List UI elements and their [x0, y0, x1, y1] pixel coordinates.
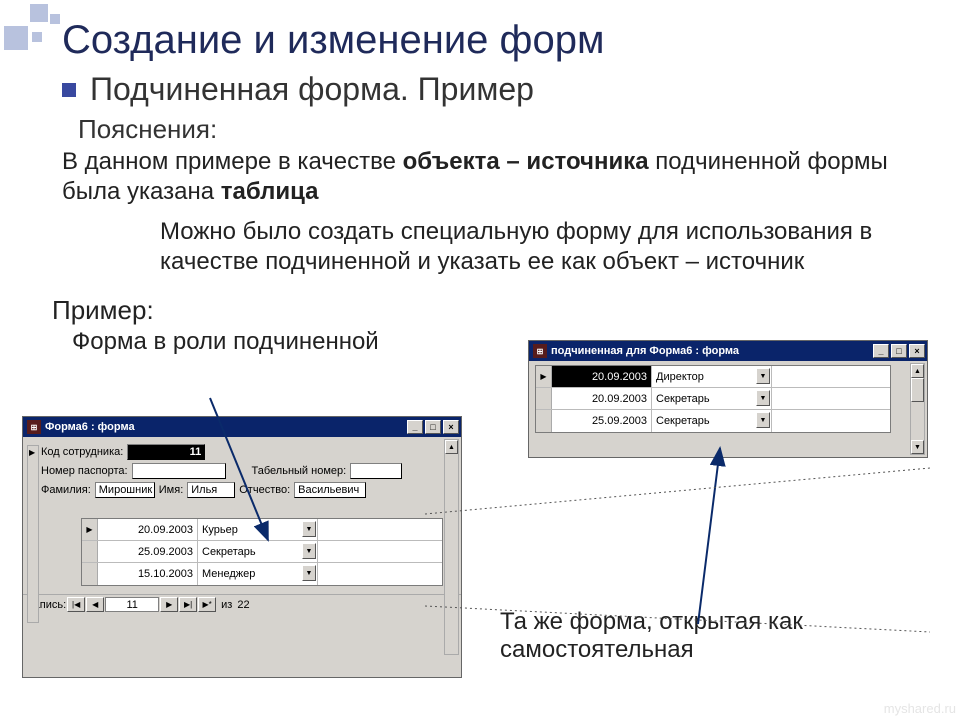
form-icon: ⊞ — [27, 420, 41, 434]
dropdown-icon[interactable]: ▼ — [302, 565, 316, 581]
label-firstname: Имя: — [159, 484, 183, 496]
cell-role[interactable]: ▼ — [652, 388, 772, 409]
record-selector[interactable] — [27, 445, 39, 623]
close-button[interactable]: × — [909, 344, 925, 358]
row-selector[interactable] — [82, 563, 98, 585]
scroll-up-icon[interactable]: ▲ — [911, 364, 924, 378]
table-row[interactable]: ▶ 20.09.2003 ▼ — [536, 366, 890, 388]
role-input[interactable] — [652, 410, 771, 432]
window-title: Форма6 : форма — [45, 421, 405, 433]
decorative-squares — [4, 4, 68, 44]
role-input[interactable] — [198, 519, 317, 540]
explain-label: Пояснения: — [0, 108, 960, 145]
cell-role[interactable]: ▼ — [198, 563, 318, 585]
scroll-down-icon[interactable]: ▼ — [911, 440, 924, 454]
subtitle: Подчиненная форма. Пример — [90, 71, 534, 108]
nav-new-button[interactable]: ▶* — [198, 597, 216, 612]
dropdown-icon[interactable]: ▼ — [756, 368, 770, 384]
cell-date[interactable]: 25.09.2003 — [552, 410, 652, 432]
cell-role[interactable]: ▼ — [198, 519, 318, 540]
subtitle-row: Подчиненная форма. Пример — [0, 63, 960, 108]
page-title: Создание и изменение форм — [0, 0, 960, 63]
paragraph-1: В данном примере в качестве объекта – ис… — [0, 145, 960, 207]
cell-empty[interactable] — [318, 563, 442, 585]
dropdown-icon[interactable]: ▼ — [756, 412, 770, 428]
cell-date[interactable]: 15.10.2003 — [98, 563, 198, 585]
cell-empty[interactable] — [772, 410, 890, 432]
label-tabnum: Табельный номер: — [252, 465, 347, 477]
cell-date[interactable]: 20.09.2003 — [552, 366, 652, 387]
tabnum-field[interactable] — [350, 463, 402, 479]
table-row[interactable]: 15.10.2003 ▼ — [82, 563, 442, 585]
recnav-of: из — [221, 599, 232, 611]
main-form-window: ⊞ Форма6 : форма _ □ × Код сотрудника: 1… — [22, 416, 462, 678]
cell-date[interactable]: 25.09.2003 — [98, 541, 198, 562]
titlebar[interactable]: ⊞ Форма6 : форма _ □ × — [23, 417, 461, 437]
maximize-button[interactable]: □ — [425, 420, 441, 434]
label-passport: Номер паспорта: — [41, 465, 128, 477]
cell-role[interactable]: ▼ — [198, 541, 318, 562]
cell-date[interactable]: 20.09.2003 — [98, 519, 198, 540]
patronymic-field[interactable]: Васильевич — [294, 482, 366, 498]
nav-next-button[interactable]: ▶ — [160, 597, 178, 612]
watermark: myshared.ru — [884, 701, 956, 716]
lastname-field[interactable]: Мирошник — [95, 482, 155, 498]
dropdown-icon[interactable]: ▼ — [756, 390, 770, 406]
subform-window: ⊞ подчиненная для Форма6 : форма _ □ × ▶… — [528, 340, 928, 458]
minimize-button[interactable]: _ — [407, 420, 423, 434]
cell-role[interactable]: ▼ — [652, 410, 772, 432]
role-input[interactable] — [198, 541, 317, 562]
firstname-field[interactable]: Илья — [187, 482, 235, 498]
scroll-up-icon[interactable]: ▲ — [445, 440, 458, 454]
cell-date[interactable]: 20.09.2003 — [552, 388, 652, 409]
nav-last-button[interactable]: ▶| — [179, 597, 197, 612]
form-icon: ⊞ — [533, 344, 547, 358]
subform-table: ▶ 20.09.2003 ▼ 20.09.2003 ▼ 25.09.2003 ▼ — [535, 365, 891, 433]
row-selector[interactable] — [82, 541, 98, 562]
cell-empty[interactable] — [318, 541, 442, 562]
caption-standalone: Та же форма, открытая как самостоятельна… — [500, 608, 880, 664]
form-body: Код сотрудника: 11 Номер паспорта: Табел… — [23, 437, 461, 594]
subform-body: ▶ 20.09.2003 ▼ 20.09.2003 ▼ 25.09.2003 ▼ — [529, 361, 927, 437]
code-field[interactable]: 11 — [127, 444, 205, 460]
bullet-icon — [62, 83, 76, 97]
row-selector[interactable]: ▶ — [536, 366, 552, 387]
nav-prev-button[interactable]: ◀ — [86, 597, 104, 612]
cell-role[interactable]: ▼ — [652, 366, 772, 387]
table-row[interactable]: 25.09.2003 ▼ — [82, 541, 442, 563]
nav-first-button[interactable]: |◀ — [67, 597, 85, 612]
table-row[interactable]: 20.09.2003 ▼ — [536, 388, 890, 410]
role-input[interactable] — [652, 388, 771, 409]
close-button[interactable]: × — [443, 420, 459, 434]
cell-empty[interactable] — [772, 388, 890, 409]
row-selector[interactable] — [536, 410, 552, 432]
role-input[interactable] — [652, 366, 771, 387]
nav-current-field[interactable]: 11 — [105, 597, 159, 612]
table-row[interactable]: 25.09.2003 ▼ — [536, 410, 890, 432]
dropdown-icon[interactable]: ▼ — [302, 521, 316, 537]
vertical-scrollbar[interactable]: ▲ ▼ — [910, 363, 925, 455]
titlebar[interactable]: ⊞ подчиненная для Форма6 : форма _ □ × — [529, 341, 927, 361]
row-selector[interactable] — [536, 388, 552, 409]
window-title: подчиненная для Форма6 : форма — [551, 345, 871, 357]
role-input[interactable] — [198, 563, 317, 585]
cell-empty[interactable] — [772, 366, 890, 387]
label-patronymic: Отчество: — [239, 484, 290, 496]
maximize-button[interactable]: □ — [891, 344, 907, 358]
scroll-thumb[interactable] — [911, 378, 924, 402]
subform-table: ▶ 20.09.2003 ▼ 25.09.2003 ▼ 15.10.2003 ▼ — [81, 518, 443, 586]
minimize-button[interactable]: _ — [873, 344, 889, 358]
label-code: Код сотрудника: — [41, 446, 123, 458]
label-lastname: Фамилия: — [41, 484, 91, 496]
dropdown-icon[interactable]: ▼ — [302, 543, 316, 559]
table-row[interactable]: ▶ 20.09.2003 ▼ — [82, 519, 442, 541]
passport-field[interactable] — [132, 463, 226, 479]
example-label: Пример: — [0, 277, 960, 326]
row-selector[interactable]: ▶ — [82, 519, 98, 540]
paragraph-2: Можно было создать специальную форму для… — [0, 207, 960, 277]
cell-empty[interactable] — [318, 519, 442, 540]
record-navigator: Запись: |◀ ◀ 11 ▶ ▶| ▶* из 22 — [23, 594, 461, 614]
vertical-scrollbar[interactable]: ▲ — [444, 439, 459, 655]
recnav-total: 22 — [237, 599, 249, 611]
